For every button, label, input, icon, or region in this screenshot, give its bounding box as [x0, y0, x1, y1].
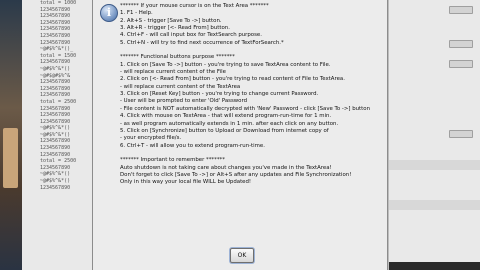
ok-button[interactable]: OK [230, 248, 254, 263]
help-line: 3. Alt+R - trigger [<- Read From] button… [120, 25, 230, 32]
help-line: Auto shutdown is not taking care about c… [120, 164, 332, 171]
help-line: ******* Functional buttons purpose *****… [120, 54, 235, 61]
help-line: ******* If your mouse cursor is on the T… [120, 3, 269, 9]
background-text-line: total = 1500 [40, 52, 77, 59]
background-button[interactable] [449, 40, 473, 48]
background-text-line: ~@#$%^&*() [40, 178, 71, 185]
background-text-line: 1234567890 [40, 39, 71, 46]
background-text-area[interactable]: total = 1000 1234567890 1234567890 12345678… [40, 0, 92, 270]
background-text-line: ~@#$%^&*()_ [40, 46, 74, 53]
info-icon: i [100, 4, 118, 22]
background-text-line: ~@#$%^&*() [40, 125, 71, 132]
background-toolbar-strip [389, 200, 480, 210]
background-button[interactable] [449, 130, 473, 138]
wallpaper-rock [3, 128, 18, 188]
help-line: 3. Click on [Reset Key] button - you're … [120, 91, 319, 98]
help-line: 5. Click on [Synchronize] button to Uplo… [120, 127, 329, 134]
background-text-line: 1234567890 [40, 6, 71, 13]
background-button[interactable] [449, 60, 473, 68]
help-line [120, 150, 382, 157]
desktop-background [0, 0, 22, 270]
background-text-line: 1234567890 [40, 184, 71, 191]
background-text-line: 1234567890 [40, 85, 71, 92]
background-text-line: ~@#$%^&*() [40, 65, 71, 72]
background-text-line: 1234567890 [40, 112, 71, 119]
help-message: ******* If your mouse cursor is on the T… [120, 3, 382, 187]
help-line: - will replace current content of the Te… [120, 83, 241, 90]
help-line: 4. Click with mouse on TextArea - that w… [120, 113, 332, 120]
background-text-line: 1234567890 [40, 59, 71, 66]
help-line: Don't forget to click [Save To ->] or Al… [120, 171, 352, 178]
help-line: - User will be prompted to enter 'Old' P… [120, 98, 248, 105]
help-line: 2. Click on [<- Read From] button - you'… [120, 76, 345, 83]
help-line: ******* Important to remember ******* [120, 157, 225, 164]
background-text-line: total = 2500 [40, 98, 77, 105]
help-line: - your encrypted file/s. [120, 135, 182, 142]
background-text-line: 1234567890 [40, 26, 71, 33]
help-line [120, 47, 382, 54]
background-text-line: 1234567890 [40, 19, 71, 26]
help-dialog: i ******* If your mouse cursor is on the… [92, 0, 388, 270]
help-line: - as well program automatically extends … [120, 120, 339, 127]
background-text-line: 1234567890 [40, 32, 71, 39]
background-text-line: 1234567890 [40, 151, 71, 158]
help-line: 1. Click on [Save To ->] button - you're… [120, 61, 331, 68]
background-text-line: 1234567890 [40, 145, 71, 152]
help-line: 4. Ctrl+F - will call input box for Text… [120, 32, 262, 39]
background-text-line: 1234567890 [40, 13, 71, 20]
help-line: 1. F1 - Help. [120, 10, 153, 17]
help-line: 6. Ctrl+T - will allow you to extend pro… [120, 142, 265, 149]
background-text-line: 1234567890 [40, 138, 71, 145]
help-line: 2. Alt+S - trigger [Save To ->] button. [120, 17, 222, 24]
background-text-line: 1234567890 [40, 105, 71, 112]
background-text-line: 1234567890 [40, 164, 71, 171]
background-toolbar-strip [389, 160, 480, 170]
help-line: 5. Ctrl+N - will try to find next occurr… [120, 39, 284, 46]
background-text-line: ~@#$@#$%^& [40, 72, 71, 79]
background-text-line: ~@#$%^&*() [40, 171, 71, 178]
background-text-line: ~@#$%^&*() [40, 131, 71, 138]
help-line: - File content is NOT automatically decr… [120, 105, 370, 112]
background-text-line: total = 2500 [40, 158, 77, 165]
background-text-line: 1234567890 [40, 92, 71, 99]
help-line: - will replace current content of the Fi… [120, 69, 226, 76]
background-button[interactable] [449, 6, 473, 14]
background-text-line: 1234567890 [40, 118, 71, 125]
background-window-right [388, 0, 480, 270]
help-line: Only in this way your local file WILL be… [120, 179, 252, 186]
background-text-line: total = 1000 [40, 0, 77, 6]
background-text-line: 1234567890 [40, 79, 71, 86]
taskbar-strip [389, 262, 480, 270]
